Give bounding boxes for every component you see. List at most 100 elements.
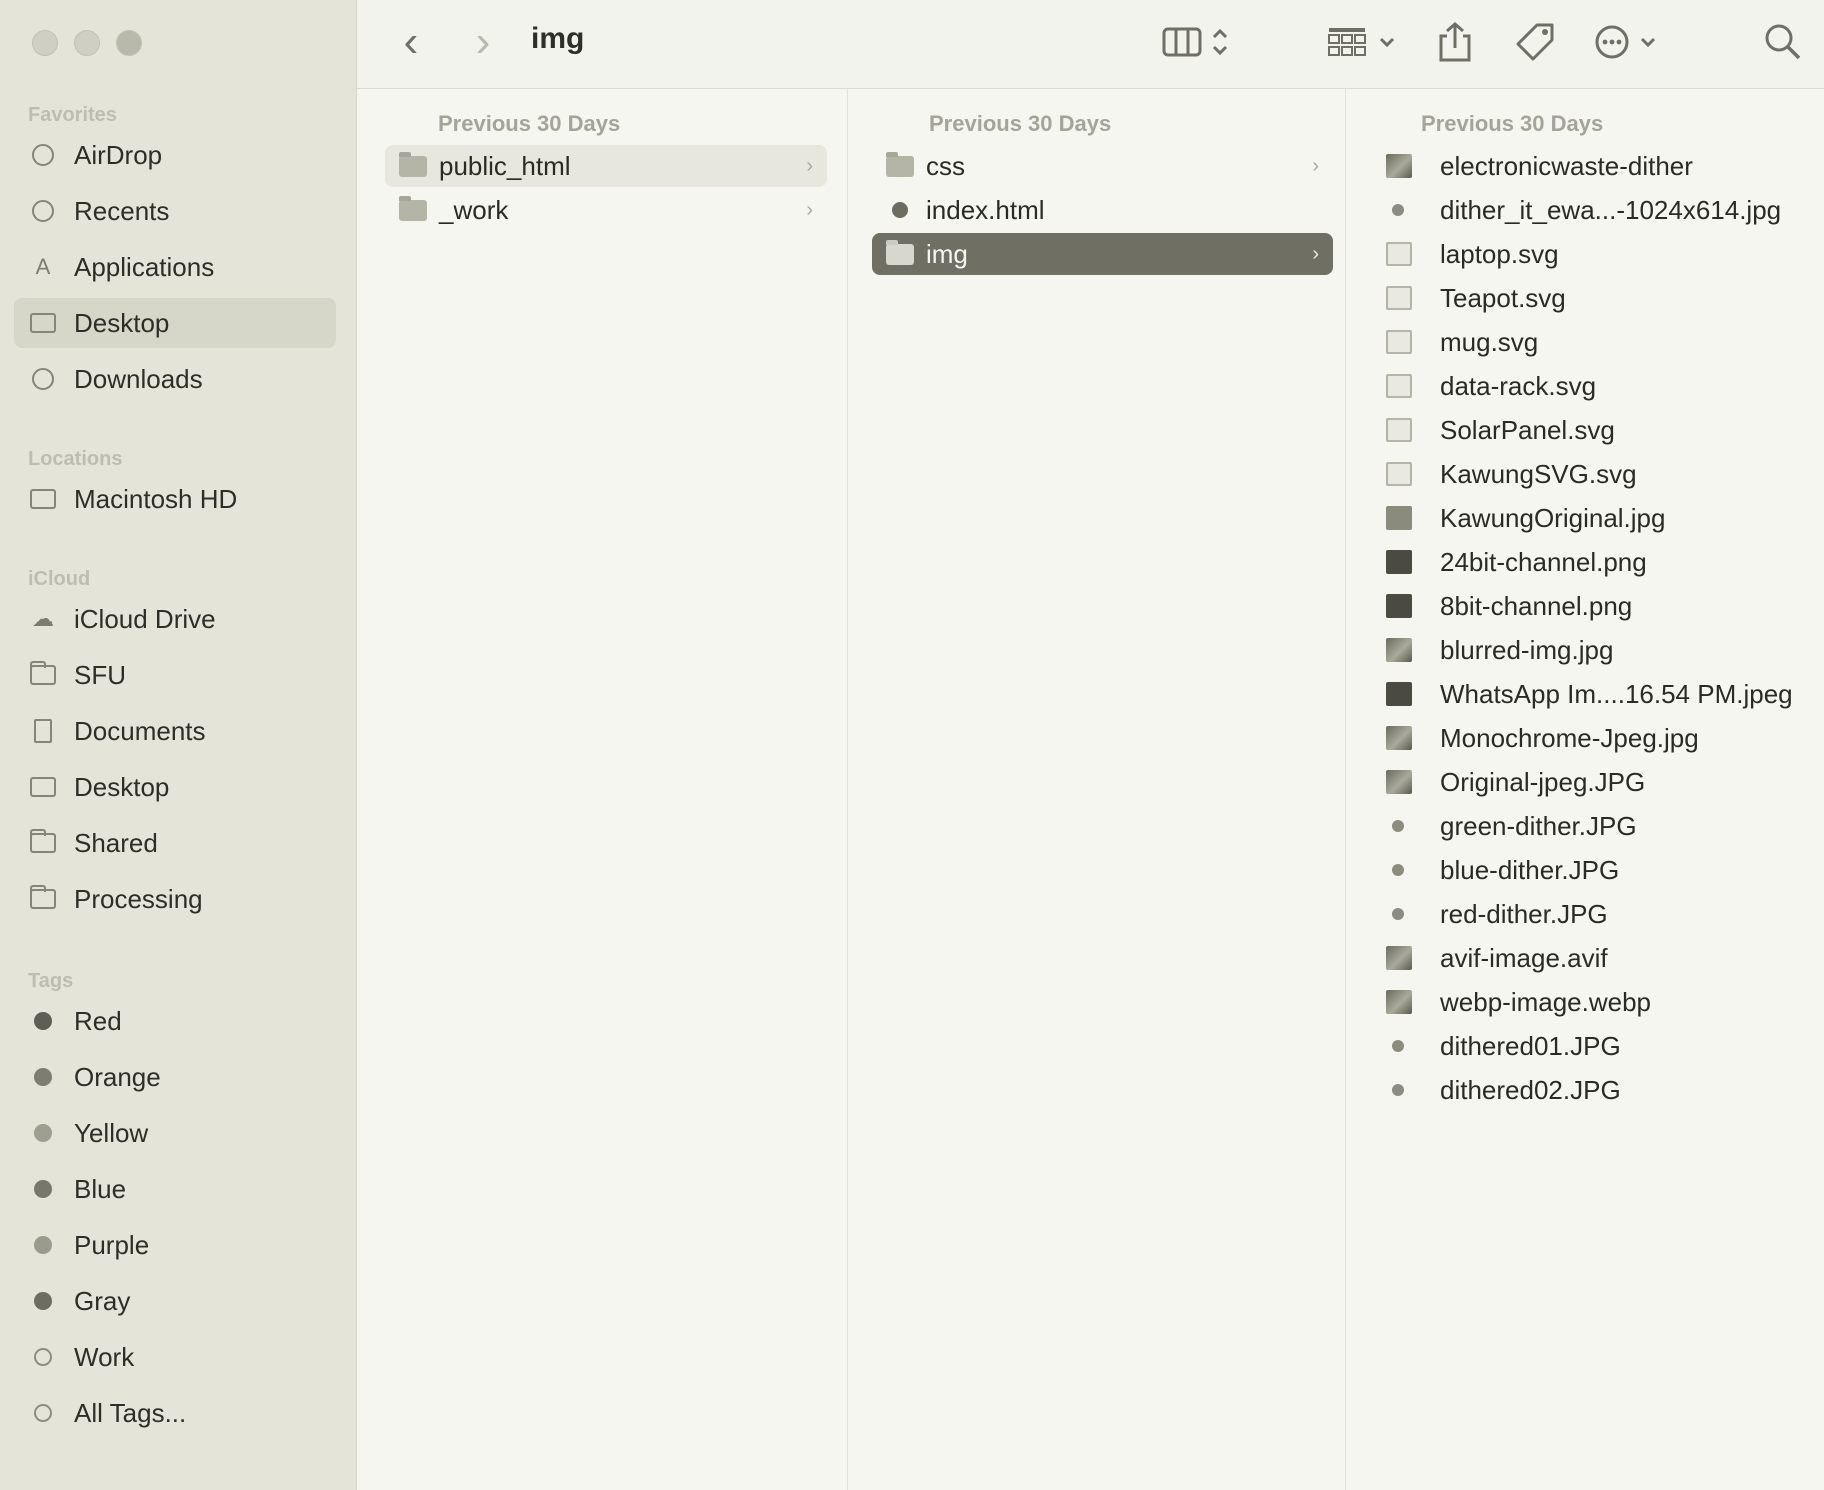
file-row[interactable]: Teapot.svg (1376, 277, 1816, 319)
file-row[interactable]: laptop.svg (1376, 233, 1816, 275)
desktop-icon (30, 775, 56, 799)
file-row[interactable]: dither_it_ewa...-1024x614.jpg (1376, 189, 1816, 231)
folder-icon (30, 661, 56, 687)
column-1[interactable]: Previous 30 Days public_html › _work › (357, 89, 848, 1490)
file-row[interactable]: mug.svg (1376, 321, 1816, 363)
file-row[interactable]: dithered01.JPG (1376, 1025, 1816, 1067)
sidebar-item-all-tags[interactable]: All Tags... (14, 1388, 336, 1438)
close-window-button[interactable] (32, 30, 58, 56)
search-icon (1765, 24, 1801, 60)
sidebar-item-label: AirDrop (74, 140, 163, 170)
chevron-right-icon: › (1312, 243, 1319, 265)
file-name: blurred-img.jpg (1440, 635, 1614, 665)
sidebar-item-yellow[interactable]: Yellow (14, 1108, 336, 1158)
sidebar-item-label: Processing (74, 884, 203, 914)
document-icon (30, 719, 56, 743)
folder-row[interactable]: css › (872, 145, 1333, 187)
sidebar-item-label: Yellow (74, 1118, 149, 1148)
toolbar: ‹ › img (357, 0, 1824, 89)
sidebar-item-airdrop[interactable]: AirDrop (14, 130, 336, 180)
airdrop-icon-shape (32, 144, 54, 166)
file-name: KawungOriginal.jpg (1440, 503, 1666, 533)
sidebar-item-processing[interactable]: Processing (14, 874, 336, 924)
sidebar-item-downloads[interactable]: Downloads (14, 354, 336, 404)
sidebar-item-gray[interactable]: Gray (14, 1276, 336, 1326)
sidebar-item-sfu[interactable]: SFU (14, 650, 336, 700)
file-name: KawungSVG.svg (1440, 459, 1637, 489)
file-row[interactable]: KawungOriginal.jpg (1376, 497, 1816, 539)
column-2[interactable]: Previous 30 Days css › index.html img › (848, 89, 1346, 1490)
file-row[interactable]: blue-dither.JPG (1376, 849, 1816, 891)
sidebar-item-label: Shared (74, 828, 158, 858)
file-row[interactable]: red-dither.JPG (1376, 893, 1816, 935)
item-name: css (926, 151, 965, 181)
file-row[interactable]: blurred-img.jpg (1376, 629, 1816, 671)
chevron-left-icon: ‹ (403, 17, 419, 66)
column-3[interactable]: Previous 30 Days electronicwaste-dither d… (1346, 89, 1824, 1490)
file-row[interactable]: electronicwaste-dither (1376, 145, 1816, 187)
file-name: red-dither.JPG (1440, 899, 1608, 929)
file-thumbnail-icon (1386, 594, 1412, 618)
chevron-right-icon: › (806, 199, 813, 221)
tag-button[interactable] (1513, 20, 1557, 64)
folder-row[interactable]: public_html › (385, 145, 827, 187)
sidebar-favorites: Favorites AirDrop Recents A Applications Des… (0, 100, 356, 410)
shared-folder-icon-shape (30, 829, 56, 853)
sidebar-item-purple[interactable]: Purple (14, 1220, 336, 1270)
file-row[interactable]: avif-image.avif (1376, 937, 1816, 979)
file-row[interactable]: Monochrome-Jpeg.jpg (1376, 717, 1816, 759)
share-button[interactable] (1433, 20, 1477, 64)
file-row[interactable]: dithered02.JPG (1376, 1069, 1816, 1111)
sidebar-item-work[interactable]: Work (14, 1332, 336, 1382)
zoom-window-button[interactable] (116, 30, 142, 56)
sidebar-item-desktop[interactable]: Desktop (14, 298, 336, 348)
file-row[interactable]: 24bit-channel.png (1376, 541, 1816, 583)
group-icon (1328, 28, 1395, 56)
group-button[interactable] (1323, 20, 1403, 64)
sidebar-item-label: Desktop (74, 308, 170, 338)
sidebar-item-shared[interactable]: Shared (14, 818, 336, 868)
sidebar-item-desktop[interactable]: Desktop (14, 762, 336, 812)
file-row[interactable]: WhatsApp Im....16.54 PM.jpeg (1376, 673, 1816, 715)
search-button[interactable] (1761, 20, 1805, 64)
more-actions-button[interactable] (1591, 20, 1667, 64)
back-button[interactable]: ‹ (391, 17, 431, 66)
folder-icon-shape (30, 885, 56, 909)
sidebar-item-orange[interactable]: Orange (14, 1052, 336, 1102)
sidebar-item-macintosh-hd[interactable]: Macintosh HD (14, 474, 336, 524)
sidebar-item-label: Desktop (74, 772, 170, 802)
sidebar-heading-tags: Tags (28, 970, 74, 992)
folder-row[interactable]: _work › (385, 189, 827, 231)
hard-drive-icon (30, 487, 56, 511)
item-name: _work (439, 195, 509, 225)
file-row[interactable]: green-dither.JPG (1376, 805, 1816, 847)
file-row[interactable]: KawungSVG.svg (1376, 453, 1816, 495)
file-name: blue-dither.JPG (1440, 855, 1620, 885)
window-controls (32, 30, 142, 56)
folder-row[interactable]: img › (872, 233, 1333, 275)
sidebar-item-documents[interactable]: Documents (14, 706, 336, 756)
minimize-window-button[interactable] (74, 30, 100, 56)
sidebar-item-recents[interactable]: Recents (14, 186, 336, 236)
view-mode-button[interactable] (1157, 20, 1237, 64)
file-row[interactable]: Original-jpeg.JPG (1376, 761, 1816, 803)
file-thumbnail-icon (1386, 770, 1412, 794)
sidebar-heading-locations: Locations (28, 448, 123, 470)
sidebar-item-red[interactable]: Red (14, 996, 336, 1046)
file-row[interactable]: webp-image.webp (1376, 981, 1816, 1023)
file-row[interactable]: data-rack.svg (1376, 365, 1816, 407)
sidebar-item-icloud-drive[interactable]: ☁ iCloud Drive (14, 594, 336, 644)
file-row[interactable]: SolarPanel.svg (1376, 409, 1816, 451)
sidebar-item-blue[interactable]: Blue (14, 1164, 336, 1214)
share-icon (1439, 22, 1471, 62)
tag-dot-icon (34, 1180, 52, 1198)
file-thumbnail-icon (1386, 198, 1412, 222)
tag-color-icon (30, 1289, 56, 1313)
sidebar-item-applications[interactable]: A Applications (14, 242, 336, 292)
forward-button[interactable]: › (463, 17, 503, 66)
file-row[interactable]: 8bit-channel.png (1376, 585, 1816, 627)
desktop-icon-shape (30, 313, 56, 333)
file-thumbnail-icon (1386, 902, 1412, 926)
file-thumbnail-icon (1386, 330, 1412, 354)
file-row[interactable]: index.html (872, 189, 1333, 231)
